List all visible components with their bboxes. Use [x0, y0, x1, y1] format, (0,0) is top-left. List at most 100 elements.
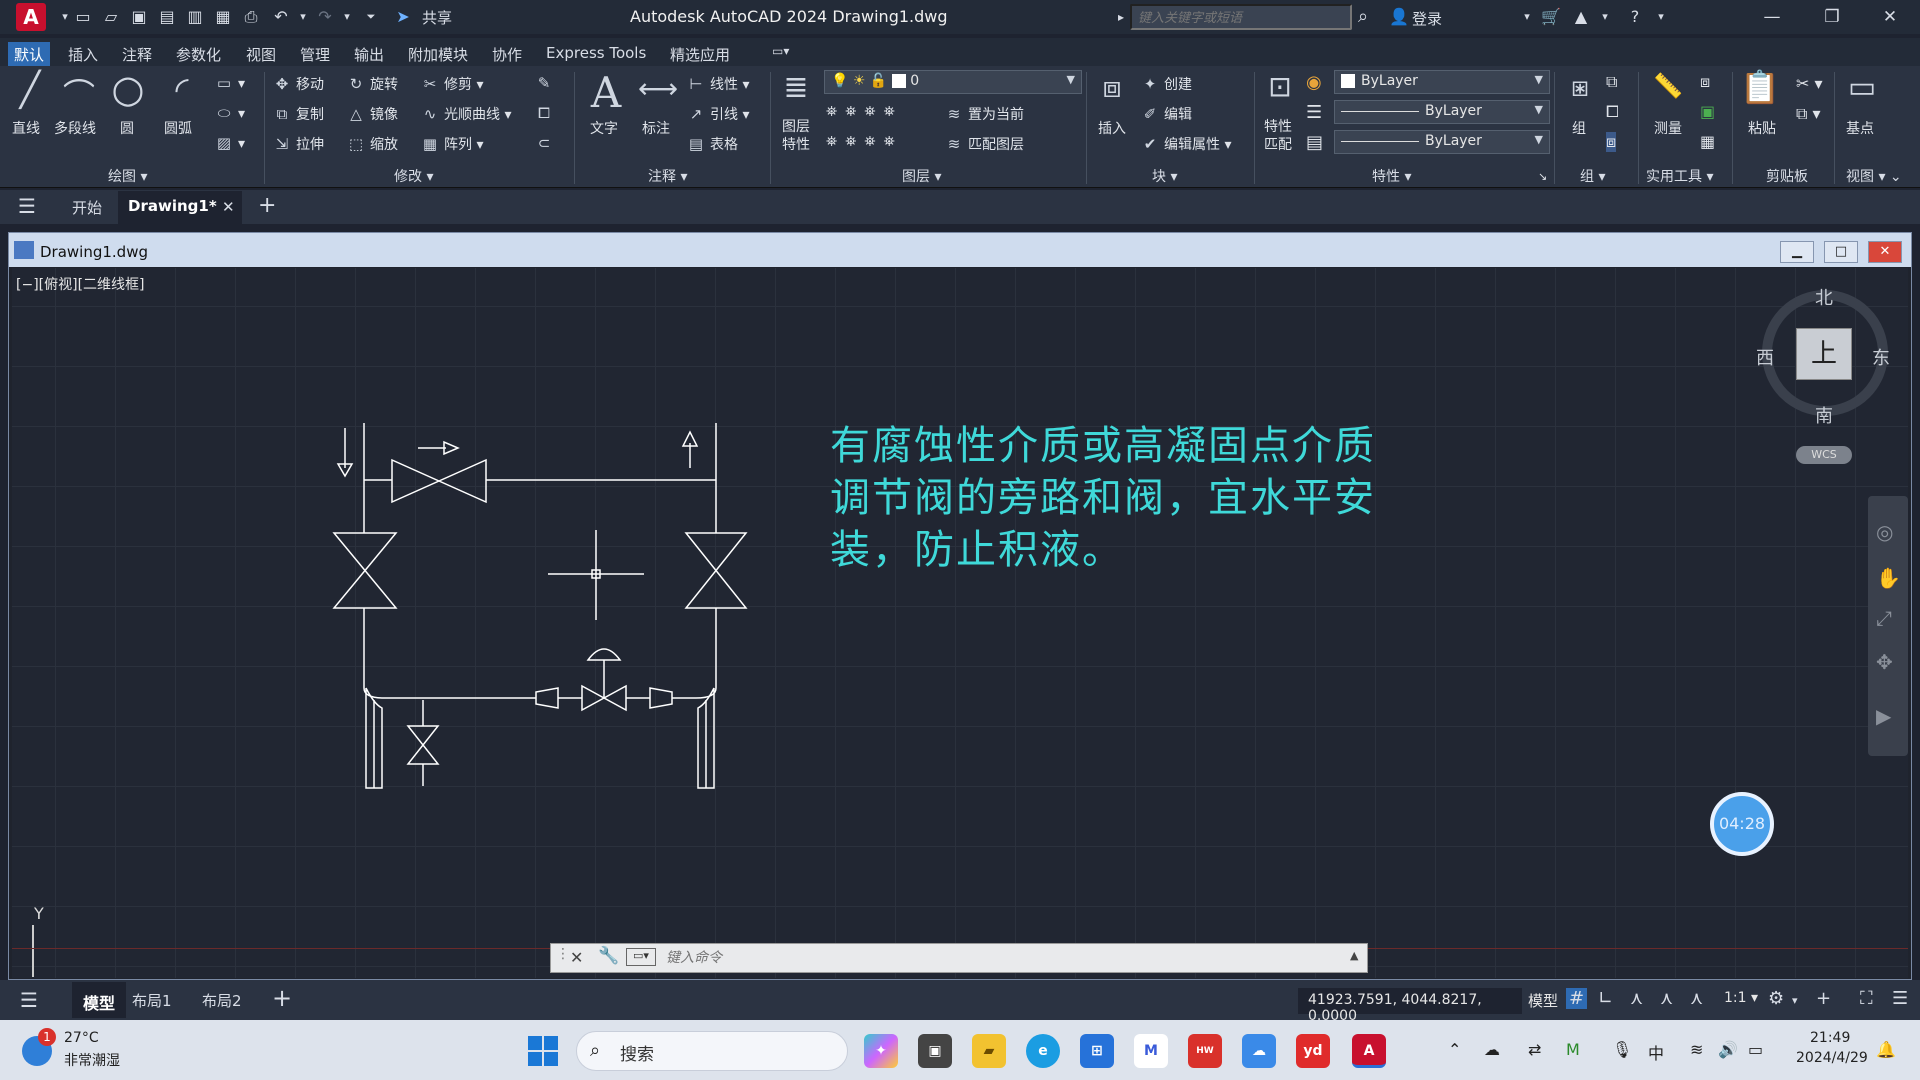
array-tool[interactable]: ▦ 阵列 ▾	[420, 134, 484, 154]
linetype-dropdown[interactable]: ByLayer ▼	[1334, 100, 1550, 124]
dimension-icon[interactable]: ⟷	[636, 72, 680, 112]
redo-dropdown-icon[interactable]: ▾	[336, 6, 358, 28]
group-edit-icon[interactable]: ⧠	[1606, 102, 1619, 122]
youdao-icon[interactable]: yd	[1296, 1034, 1330, 1068]
layer-properties-label[interactable]: 图层 特性	[782, 118, 810, 154]
taskbar-search-box[interactable]	[576, 1031, 848, 1071]
wcs-menu-button[interactable]: WCS	[1796, 446, 1852, 464]
minimize-icon[interactable]: —	[1752, 4, 1792, 30]
undo-icon[interactable]: ↶	[270, 6, 292, 28]
save-icon[interactable]: ▣	[128, 6, 150, 28]
drawing-minimize-icon[interactable]: ▁	[1780, 241, 1814, 263]
drawing-maximize-icon[interactable]: □	[1824, 241, 1858, 263]
paste-icon[interactable]: 📋	[1740, 68, 1780, 112]
view-panel-label[interactable]: 视图 ▾ ⌄	[1846, 166, 1902, 186]
tab-output[interactable]: 输出	[348, 42, 390, 67]
command-line-grip-icon[interactable]: ⋮	[556, 946, 570, 962]
block-panel-label[interactable]: 块 ▾	[1152, 166, 1177, 186]
close-icon[interactable]: ✕	[1870, 4, 1910, 30]
save-as-icon[interactable]: ▤	[156, 6, 178, 28]
polyline-icon[interactable]: ⌒	[56, 70, 102, 114]
a360-dropdown-icon[interactable]: ▾	[1594, 6, 1616, 28]
mail-app-icon[interactable]: M	[1134, 1034, 1168, 1068]
properties-launcher-icon[interactable]: ↘	[1538, 170, 1547, 183]
zoom-extents-icon[interactable]: ⤢	[1876, 606, 1892, 630]
layer-properties-icon[interactable]: ≣	[776, 70, 816, 110]
command-line-close-icon[interactable]: ✕	[570, 948, 583, 967]
plot-icon[interactable]: ▦	[212, 6, 234, 28]
set-current-layer-tool[interactable]: ≋ 置为当前	[944, 104, 1024, 124]
open-folder-icon[interactable]: ▱	[100, 6, 122, 28]
layout-tab-layout2[interactable]: 布局2	[202, 990, 242, 1011]
workspace-gear-icon[interactable]: ⚙	[1768, 988, 1784, 1009]
edit-block-tool[interactable]: ✐ 编辑	[1140, 104, 1192, 124]
recording-timer-badge[interactable]: 04:28	[1710, 792, 1774, 856]
clock-date[interactable]: 2024/4/29	[1796, 1050, 1868, 1066]
auto-scale-icon[interactable]: ⋏	[1660, 988, 1673, 1009]
close-tab-icon[interactable]: ✕	[222, 198, 235, 216]
command-prompt-icon[interactable]: ▭▾	[626, 948, 656, 966]
undo-dropdown-icon[interactable]: ▾	[292, 6, 314, 28]
pan-hand-icon[interactable]: ✋	[1876, 566, 1901, 590]
share-label[interactable]: 共享	[422, 7, 452, 28]
input-method-indicator[interactable]: 中	[1648, 1040, 1664, 1064]
snap-mode-icon[interactable]: ∟	[1598, 988, 1613, 1009]
match-properties-label[interactable]: 特性 匹配	[1264, 118, 1292, 154]
annotation-panel-label[interactable]: 注释 ▾	[648, 166, 687, 186]
base-tool-label[interactable]: 基点	[1846, 118, 1874, 138]
viewcube-south[interactable]: 南	[1815, 402, 1833, 428]
calculator-icon[interactable]: ▦	[1700, 132, 1715, 151]
match-properties-icon[interactable]: ⊡	[1260, 70, 1300, 110]
cart-icon[interactable]: 🛒	[1540, 6, 1562, 28]
weather-temperature[interactable]: 27°C	[64, 1030, 99, 1046]
clock-time[interactable]: 21:49	[1810, 1030, 1850, 1046]
trim-tool[interactable]: ✂ 修剪 ▾	[420, 74, 484, 94]
edit-attributes-tool[interactable]: ✔ 编辑属性 ▾	[1140, 134, 1232, 154]
workspace-dropdown-icon[interactable]: ▾	[1792, 994, 1798, 1007]
battery-icon[interactable]: ▭	[1748, 1040, 1763, 1059]
login-button[interactable]: 登录	[1412, 8, 1442, 29]
insert-tool-label[interactable]: 插入	[1098, 118, 1126, 138]
erase-tool[interactable]: ✎	[534, 74, 558, 92]
properties-panel-label[interactable]: 特性 ▾	[1372, 166, 1411, 186]
explode-tool[interactable]: ⧠	[534, 104, 558, 122]
weather-description[interactable]: 非常潮湿	[64, 1050, 120, 1070]
linear-dim-tool[interactable]: ⊢ 线性 ▾	[686, 74, 749, 94]
autocad-taskbar-icon[interactable]: A	[1352, 1034, 1386, 1068]
status-customize-icon[interactable]: ☰	[1892, 988, 1908, 1009]
line-icon[interactable]: ╱	[10, 70, 50, 110]
viewcube-top-face[interactable]: 上	[1796, 328, 1852, 380]
polyline-tool-label[interactable]: 多段线	[54, 118, 96, 138]
hatch-icon[interactable]: ▨ ▾	[214, 134, 245, 152]
line-tool-label[interactable]: 直线	[12, 118, 40, 138]
annotation-monitor-icon[interactable]: +	[1816, 988, 1831, 1009]
copy-tool[interactable]: ⧉ 复制	[272, 104, 324, 124]
login-dropdown-icon[interactable]: ▾	[1516, 6, 1538, 28]
command-line-customize-icon[interactable]: 🔧	[598, 946, 619, 966]
layers-panel-label[interactable]: 图层 ▾	[902, 166, 941, 186]
model-space-canvas[interactable]	[12, 268, 1908, 978]
color-wheel-icon[interactable]: ◉	[1306, 72, 1322, 93]
help-dropdown-icon[interactable]: ▾	[1650, 6, 1672, 28]
lineweight-dropdown[interactable]: ByLayer ▼	[1334, 130, 1550, 154]
help-icon[interactable]: ?	[1624, 6, 1646, 28]
dimension-tool-label[interactable]: 标注	[642, 118, 670, 138]
draw-panel-label[interactable]: 绘图 ▾	[108, 166, 147, 186]
file-explorer-icon[interactable]: ▰	[972, 1034, 1006, 1068]
cut-icon[interactable]: ✂ ▾	[1796, 74, 1823, 93]
share-icon[interactable]: ➤	[392, 6, 414, 28]
steering-wheel-icon[interactable]: ◎	[1876, 520, 1893, 544]
text-tool-label[interactable]: 文字	[590, 118, 618, 138]
fullscreen-icon[interactable]: ⛶	[1860, 988, 1873, 1009]
new-tab-icon[interactable]: +	[258, 193, 276, 218]
quick-select-icon[interactable]: ⧈	[1700, 72, 1710, 92]
stretch-tool[interactable]: ⇲ 拉伸	[272, 134, 324, 154]
edge-browser-icon[interactable]: e	[1026, 1034, 1060, 1068]
wifi-icon[interactable]: ≋	[1690, 1040, 1703, 1059]
print-icon[interactable]: ⎙	[240, 6, 262, 28]
volume-icon[interactable]: 🔊	[1718, 1040, 1738, 1059]
group-tool-label[interactable]: 组	[1572, 118, 1586, 138]
task-view-icon[interactable]: ▣	[918, 1034, 952, 1068]
customize-qat-icon[interactable]: ⏷	[360, 6, 382, 28]
autocad-logo-icon[interactable]: A	[16, 3, 46, 31]
